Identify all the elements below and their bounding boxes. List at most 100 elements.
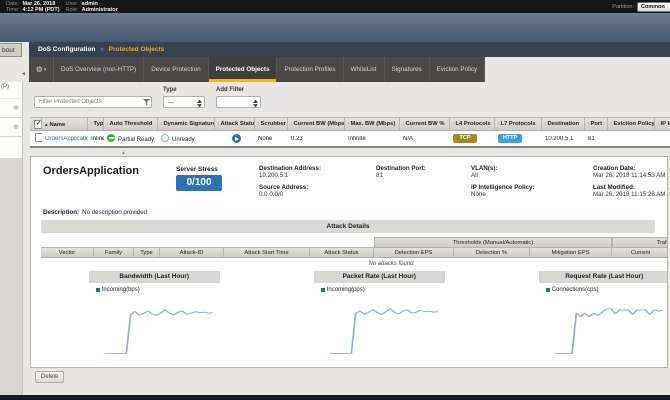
field-label: Creation Date:	[593, 165, 636, 172]
object-title: OrdersApplication	[43, 165, 139, 177]
request-rate-last-hour-line	[554, 308, 663, 354]
column-header-current-bw[interactable]: ↕Current BW %	[400, 118, 450, 130]
attack-column-header-attack-status[interactable]: Attack Status	[310, 247, 374, 258]
table-cell-l4-protocols[interactable]: TCP	[450, 134, 495, 143]
table-row: OrdersApplication Inline Partial Ready Unre…	[30, 131, 670, 148]
column-header-dynamic-signatures[interactable]: ↕Dynamic Signatures	[158, 118, 215, 130]
detail-field: IP Intelligence Policy: None	[471, 184, 593, 198]
filter-protected-objects-input[interactable]	[34, 96, 152, 108]
sort-icon: ↕	[610, 121, 613, 127]
header-band	[0, 13, 670, 42]
left-sidebar: ◄ (P) ⊕ ⊕	[0, 57, 29, 395]
sort-icon: ↕	[160, 121, 163, 127]
sort-icon: ↕	[402, 121, 405, 127]
chart-legend: Incoming(bps)	[95, 287, 140, 293]
attack-column-header-attack-start-time[interactable]: Attack Start Time	[224, 247, 310, 258]
table-cell-dynamic-signatures[interactable]: Unready	[158, 134, 215, 143]
field-label: Destination Address:	[259, 165, 321, 172]
table-cell-select[interactable]	[30, 133, 42, 144]
table-cell-scrubber: None	[258, 135, 273, 142]
attack-details-header: Attack Details	[41, 220, 655, 233]
partial-ready-icon	[107, 134, 115, 142]
column-header-destination[interactable]: ↕Destination	[542, 118, 585, 130]
sort-icon: ↕	[497, 121, 500, 127]
tab-dos-overview-non-http[interactable]: DoS Overview (non-HTTP)	[54, 57, 145, 82]
top-status-bar: Date: Mar 26, 2018 Time: 4:12 PM (PDT) U…	[0, 0, 670, 13]
sidebar-list-item[interactable]: ⊕	[0, 99, 22, 118]
column-header-auto-threshold[interactable]: ↕Auto Threshold	[104, 118, 158, 130]
attack-table-group-row: Thresholds (Manual/Automatic)Traffic EPS	[41, 237, 667, 247]
pane-splitter-handle[interactable]: ▲	[121, 151, 126, 156]
detail-field: Last Modified: Mar 26, 2018 11:15:28 AM	[593, 184, 670, 198]
table-header-row: ✓▲Name↕Type↕Auto Threshold↕Dynamic Signa…	[30, 117, 670, 131]
column-header-port[interactable]: ↕Port	[585, 118, 608, 130]
table-cell-l7-protocols[interactable]: HTTP	[495, 134, 542, 143]
breadcrumb-separator: »	[100, 46, 104, 53]
select-all-header-cell[interactable]: ✓	[30, 118, 42, 130]
partition-select[interactable]: Common	[637, 1, 670, 12]
sidebar-item-cutoff: (P)	[0, 82, 22, 99]
breadcrumb-page: Protected Objects	[108, 46, 165, 53]
cutoff-about-tab[interactable]: bout	[0, 43, 22, 57]
attack-group-blank	[41, 237, 374, 247]
table-cell-current-bw: N/A	[403, 135, 414, 142]
column-header-eviction-policy[interactable]: ↕Eviction Policy	[608, 118, 655, 130]
sidebar-collapse-button[interactable]: ◄	[20, 70, 27, 78]
type-filter-select[interactable]: —	[163, 96, 205, 108]
sort-icon: ↕	[452, 121, 455, 127]
table-cell-attack-status[interactable]	[215, 134, 255, 143]
packet-rate-last-hour-line	[329, 308, 438, 354]
role-value: Administrator	[81, 6, 118, 13]
sidebar-list-item[interactable]: ⊕	[0, 118, 22, 137]
attack-column-header-detection-eps[interactable]: Detection EPS	[374, 247, 454, 258]
tab-device-protection[interactable]: Device Protection	[144, 57, 209, 82]
column-header-scrubber[interactable]: ↕Scrubber	[255, 118, 288, 130]
protected-object-link[interactable]: OrdersApplication	[45, 136, 88, 142]
delete-button[interactable]: Delete	[35, 371, 65, 383]
tab-whitelist[interactable]: WhiteList	[344, 57, 385, 82]
plus-circle-icon[interactable]: ⊕	[13, 124, 19, 131]
table-cell-auto-threshold[interactable]: Partial Ready	[104, 134, 158, 143]
attack-column-header-attack-id[interactable]: Attack-ID	[160, 247, 224, 258]
table-cell-port: 81	[588, 135, 595, 142]
table-cell-destination: 10.200.5.1	[545, 135, 574, 142]
attack-column-header-detection[interactable]: Detection %	[454, 247, 530, 258]
object-detail-fields: Destination Address: 10.200.5.1 Source Add…	[259, 165, 670, 203]
column-header-name[interactable]: ▲Name	[42, 118, 88, 130]
chart-request-rate-last-hour: Request Rate (Last Hour) Connections(cps)	[485, 271, 667, 365]
attack-column-header-family[interactable]: Family	[94, 247, 134, 258]
add-filter-select[interactable]	[216, 96, 261, 108]
attack-column-header-current[interactable]: Current	[612, 247, 667, 258]
column-header-current-bw-mbps[interactable]: ↕Current BW (Mbps)	[288, 118, 345, 130]
select-all-checkbox[interactable]: ✓	[34, 120, 41, 129]
column-header-l7-protocols[interactable]: ↕L7 Protocols	[495, 118, 542, 130]
server-stress-label: Server Stress	[176, 166, 218, 173]
attack-column-header-vector[interactable]: Vector	[41, 247, 94, 258]
attack-column-header-mitigation-eps[interactable]: Mitigation EPS	[530, 247, 612, 258]
tab-protection-profiles[interactable]: Protection Profiles	[277, 57, 344, 82]
row-checkbox[interactable]	[35, 133, 42, 142]
chart-legend: Connections(cps)	[545, 287, 598, 293]
table-cell-name[interactable]: OrdersApplication	[42, 136, 88, 142]
chart-legend: Incoming(pps)	[320, 287, 365, 293]
object-description: Description: No description provided	[43, 209, 147, 216]
attack-group-traffic-eps: Traffic EPS	[612, 237, 667, 247]
field-label: Last Modified:	[593, 184, 635, 191]
column-header-max-bw-mbps[interactable]: ↕Max. BW (Mbps)	[345, 118, 400, 130]
tcp-protocol-badge: TCP	[453, 134, 477, 143]
tab-signatures[interactable]: Signatures	[385, 57, 430, 82]
sort-icon: ↕	[544, 121, 547, 127]
plus-circle-icon[interactable]: ⊕	[13, 105, 19, 112]
field-value: Mar 26, 2018 11:15:28 AM	[593, 191, 666, 198]
add-filter-label: Add Filter	[216, 87, 244, 93]
attack-column-header-type[interactable]: Type	[134, 247, 160, 258]
tab-options-gear-button[interactable]: ⚙ ▾	[29, 57, 54, 82]
column-header-l4-protocols[interactable]: ↕L4 Protocols	[450, 118, 495, 130]
detail-field: Source Address: 0.0.0.0/0	[259, 184, 376, 198]
column-header-type[interactable]: ↕Type	[88, 118, 104, 130]
column-header-ip-intelligence[interactable]: ↕IP Intelligence	[655, 118, 670, 130]
legend-label: Incoming(bps)	[101, 287, 140, 293]
tab-eviction-policy[interactable]: Eviction Policy	[430, 57, 486, 82]
tab-protected-objects[interactable]: Protected Objects	[208, 57, 278, 82]
column-header-attack-status[interactable]: ↕Attack Status	[215, 118, 255, 130]
